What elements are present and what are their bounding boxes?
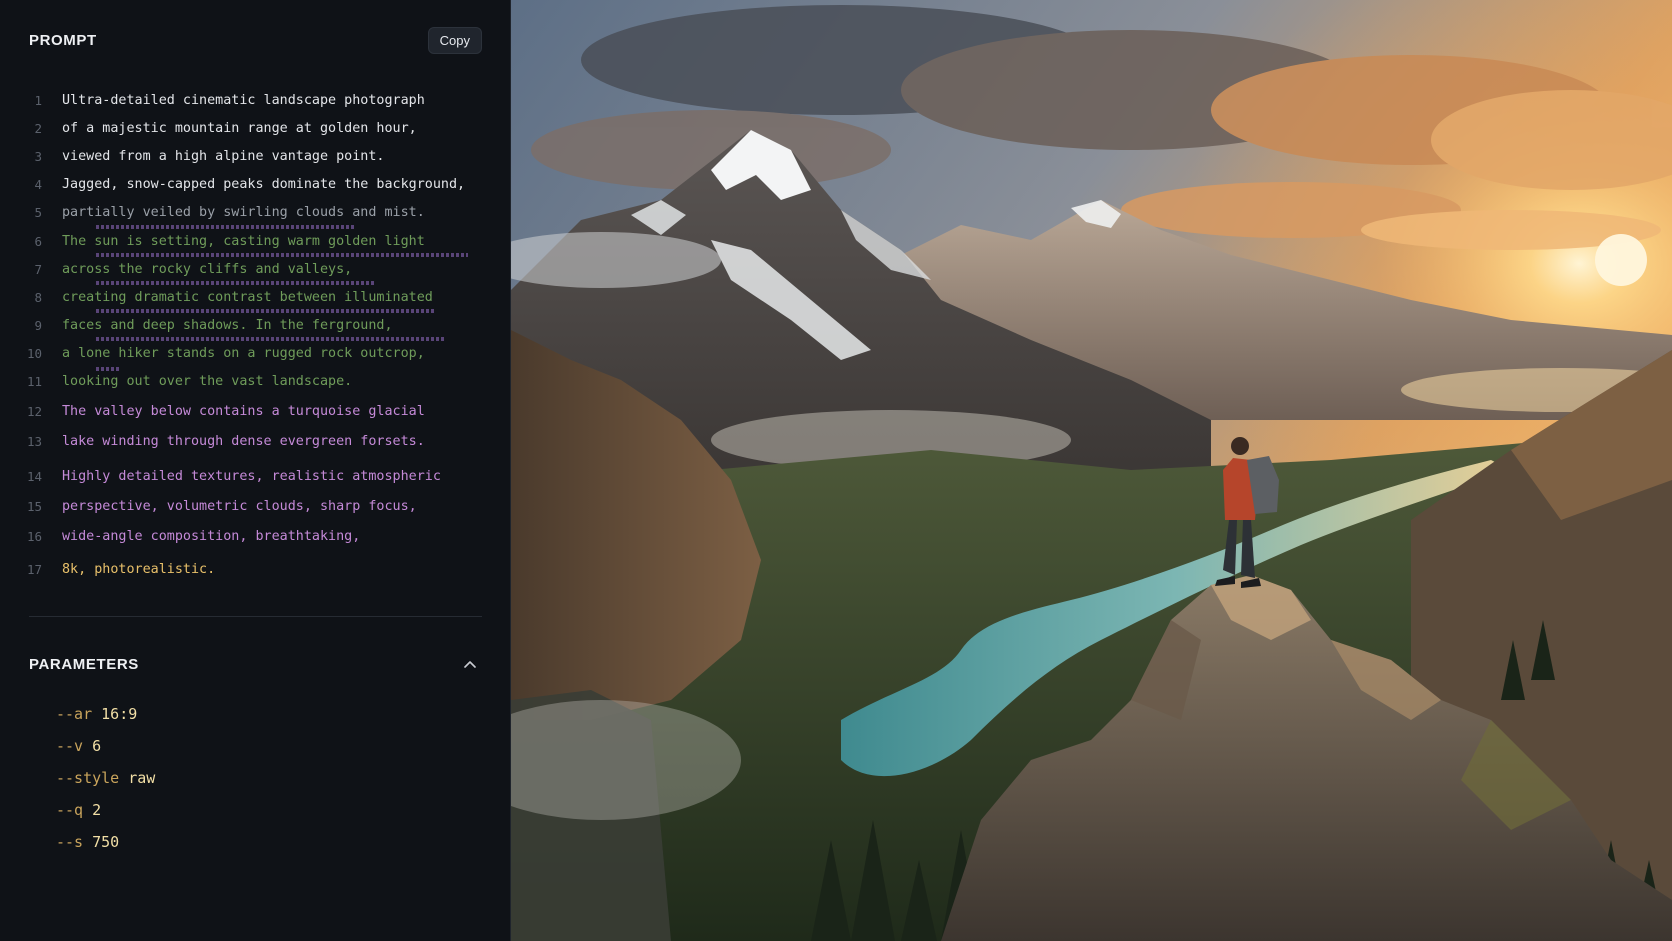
prompt-line: 17 8k, photorealistic. <box>18 558 493 580</box>
parameter-value: 750 <box>92 833 120 851</box>
section-divider <box>29 616 482 617</box>
line-text: The sun is setting, casting warm golden … <box>62 233 425 249</box>
prompt-line: 3 viewed from a high alpine vantage poin… <box>18 145 493 167</box>
line-text: wide-angle composition, breathtaking, <box>62 528 361 544</box>
render-artifact <box>96 225 354 229</box>
prompt-line: 12 The valley below contains a turquoise… <box>18 400 493 422</box>
line-number: 3 <box>34 148 42 164</box>
parameter-flag: --s <box>56 833 84 851</box>
prompt-line: 1 Ultra-detailed cinematic landscape pho… <box>18 89 493 111</box>
line-number: 15 <box>26 498 42 514</box>
line-text: lake winding through dense evergreen for… <box>62 433 425 449</box>
line-text: Highly detailed textures, realistic atmo… <box>62 468 441 484</box>
line-number: 13 <box>26 433 42 449</box>
copy-button[interactable]: Copy <box>427 26 482 54</box>
parameter-item: --v 6 <box>56 737 101 761</box>
parameter-item: --s 750 <box>56 833 119 857</box>
line-text: Jagged, snow-capped peaks dominate the b… <box>62 176 466 192</box>
line-number: 12 <box>26 403 42 419</box>
parameter-flag: --q <box>56 801 84 819</box>
line-number: 5 <box>34 204 42 220</box>
line-number: 14 <box>26 468 42 484</box>
prompt-header: PROMPT Copy <box>29 26 482 54</box>
prompt-line: 7 across the rocky cliffs and valleys, <box>18 258 493 280</box>
render-artifact <box>96 281 376 285</box>
chevron-up-icon[interactable] <box>458 652 482 676</box>
line-number: 1 <box>34 92 42 108</box>
parameter-flag: --ar <box>56 705 93 723</box>
parameter-item: --ar 16:9 <box>56 705 137 729</box>
prompt-line: 8 creating dramatic contrast between ill… <box>18 286 493 308</box>
line-text: viewed from a high alpine vantage point. <box>62 148 385 164</box>
line-text: looking out over the vast landscape. <box>62 373 353 389</box>
line-number: 16 <box>26 528 42 544</box>
line-text: partially veiled by swirling clouds and … <box>62 204 425 220</box>
sun-glow <box>1595 234 1647 286</box>
render-artifact <box>96 367 120 371</box>
render-artifact <box>96 337 444 341</box>
prompt-line: 6 The sun is setting, casting warm golde… <box>18 230 493 252</box>
line-number: 2 <box>34 120 42 136</box>
parameters-title: PARAMETERS <box>29 655 139 673</box>
prompt-line: 16 wide-angle composition, breathtaking, <box>18 525 493 547</box>
prompt-line: 13 lake winding through dense evergreen … <box>18 430 493 452</box>
parameter-value: raw <box>128 769 156 787</box>
generated-image[interactable] <box>511 0 1672 941</box>
prompt-line: 2 of a majestic mountain range at golden… <box>18 117 493 139</box>
line-text: perspective, volumetric clouds, sharp fo… <box>62 498 417 514</box>
line-number: 4 <box>34 176 42 192</box>
parameter-item: --style raw <box>56 769 155 793</box>
prompt-panel: PROMPT Copy 1 Ultra-detailed cinematic l… <box>0 0 511 941</box>
line-text: 8k, photorealistic. <box>62 561 216 577</box>
line-text: faces and deep shadows. In the ferground… <box>62 317 393 333</box>
line-text: a lone hiker stands on a rugged rock out… <box>62 345 425 361</box>
parameter-value: 6 <box>92 737 102 755</box>
line-text: of a majestic mountain range at golden h… <box>62 120 417 136</box>
line-number: 6 <box>34 233 42 249</box>
prompt-title: PROMPT <box>29 31 97 49</box>
prompt-line: 10 a lone hiker stands on a rugged rock … <box>18 342 493 364</box>
line-text: The valley below contains a turquoise gl… <box>62 403 425 419</box>
parameter-item: --q 2 <box>56 801 101 825</box>
render-artifact <box>96 309 436 313</box>
line-number: 9 <box>34 317 42 333</box>
render-artifact <box>96 253 468 257</box>
prompt-line: 5 partially veiled by swirling clouds an… <box>18 201 493 223</box>
prompt-line: 15 perspective, volumetric clouds, sharp… <box>18 495 493 517</box>
parameter-flag: --v <box>56 737 84 755</box>
prompt-line: 9 faces and deep shadows. In the fergrou… <box>18 314 493 336</box>
line-text: across the rocky cliffs and valleys, <box>62 261 353 277</box>
line-text: creating dramatic contrast between illum… <box>62 289 433 305</box>
prompt-line: 11 looking out over the vast landscape. <box>18 370 493 392</box>
parameters-header[interactable]: PARAMETERS <box>29 652 482 676</box>
parameter-value: 16:9 <box>101 705 138 723</box>
prompt-line: 4 Jagged, snow-capped peaks dominate the… <box>18 173 493 195</box>
line-number: 8 <box>34 289 42 305</box>
line-number: 11 <box>26 373 42 389</box>
parameter-value: 2 <box>92 801 102 819</box>
line-number: 10 <box>26 345 42 361</box>
line-number: 17 <box>26 561 42 577</box>
parameter-flag: --style <box>56 769 120 787</box>
prompt-line: 14 Highly detailed textures, realistic a… <box>18 465 493 487</box>
line-number: 7 <box>34 261 42 277</box>
line-text: Ultra-detailed cinematic landscape photo… <box>62 92 425 108</box>
